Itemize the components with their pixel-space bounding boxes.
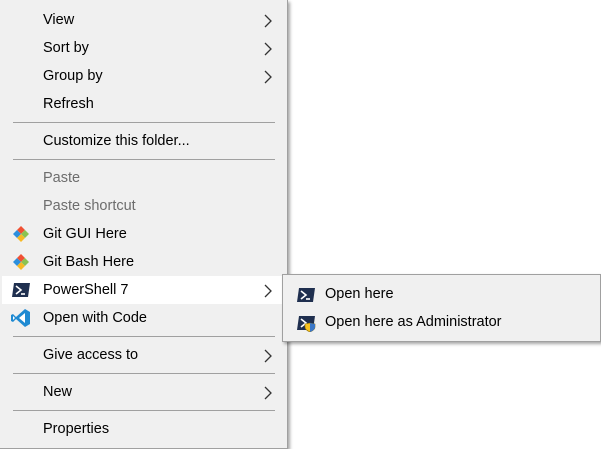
chevron-right-icon bbox=[264, 14, 272, 28]
chevron-right-icon bbox=[264, 70, 272, 84]
menu-separator bbox=[13, 159, 275, 160]
chevron-right-icon bbox=[264, 349, 272, 363]
submenu-item-label: Open here as Administrator bbox=[325, 314, 502, 330]
menu-item-label: Paste bbox=[43, 170, 81, 186]
chevron-right-icon bbox=[264, 386, 272, 400]
menu-item-label: Group by bbox=[43, 68, 103, 84]
menu-separator bbox=[13, 410, 275, 411]
menu-separator bbox=[13, 336, 275, 337]
menu-item-label: Open with Code bbox=[43, 310, 147, 326]
menu-item-label: New bbox=[43, 384, 73, 400]
menu-item-label: Refresh bbox=[43, 96, 94, 112]
powershell-icon bbox=[297, 288, 315, 302]
menu-item-customize-folder[interactable]: Customize this folder... bbox=[2, 127, 285, 155]
menu-item-label: Git Bash Here bbox=[43, 254, 135, 270]
submenu-item-open-here[interactable]: Open here bbox=[285, 280, 598, 308]
menu-item-label: View bbox=[43, 12, 75, 28]
menu-item-label: Properties bbox=[43, 421, 110, 437]
menu-item-label: Customize this folder... bbox=[43, 133, 190, 149]
menu-item-git-gui-here[interactable]: Git GUI Here bbox=[2, 220, 285, 248]
menu-item-paste[interactable]: Paste bbox=[2, 164, 285, 192]
menu-item-group-by[interactable]: Group by bbox=[2, 62, 285, 90]
menu-item-view[interactable]: View bbox=[2, 6, 285, 34]
menu-item-git-bash-here[interactable]: Git Bash Here bbox=[2, 248, 285, 276]
submenu-item-open-here-as-administrator[interactable]: Open here as Administrator bbox=[285, 308, 598, 336]
menu-item-label: Give access to bbox=[43, 347, 139, 363]
context-menu: View Sort by Group by Refresh Customize … bbox=[0, 0, 288, 449]
menu-item-label: Sort by bbox=[43, 40, 89, 56]
menu-item-refresh[interactable]: Refresh bbox=[2, 90, 285, 118]
git-icon bbox=[13, 254, 29, 270]
menu-item-paste-shortcut[interactable]: Paste shortcut bbox=[2, 192, 285, 220]
menu-item-sort-by[interactable]: Sort by bbox=[2, 34, 285, 62]
menu-item-label: Git GUI Here bbox=[43, 226, 127, 242]
menu-item-properties[interactable]: Properties bbox=[2, 415, 285, 443]
chevron-right-icon bbox=[264, 42, 272, 56]
git-icon bbox=[13, 226, 29, 242]
powershell-submenu: Open here Open here as Administrator bbox=[282, 274, 601, 342]
powershell-icon bbox=[12, 283, 30, 297]
chevron-right-icon bbox=[264, 284, 272, 298]
submenu-item-label: Open here bbox=[325, 286, 394, 302]
menu-item-new[interactable]: New bbox=[2, 378, 285, 406]
menu-item-open-with-code[interactable]: Open with Code bbox=[2, 304, 285, 332]
menu-separator bbox=[13, 373, 275, 374]
vscode-icon bbox=[11, 309, 30, 327]
menu-separator bbox=[13, 122, 275, 123]
desktop-background: View Sort by Group by Refresh Customize … bbox=[0, 0, 601, 449]
menu-item-powershell-7[interactable]: PowerShell 7 bbox=[2, 276, 285, 304]
menu-item-label: Paste shortcut bbox=[43, 198, 136, 214]
menu-item-give-access-to[interactable]: Give access to bbox=[2, 341, 285, 369]
menu-item-label: PowerShell 7 bbox=[43, 282, 129, 298]
powershell-admin-icon bbox=[297, 316, 316, 332]
